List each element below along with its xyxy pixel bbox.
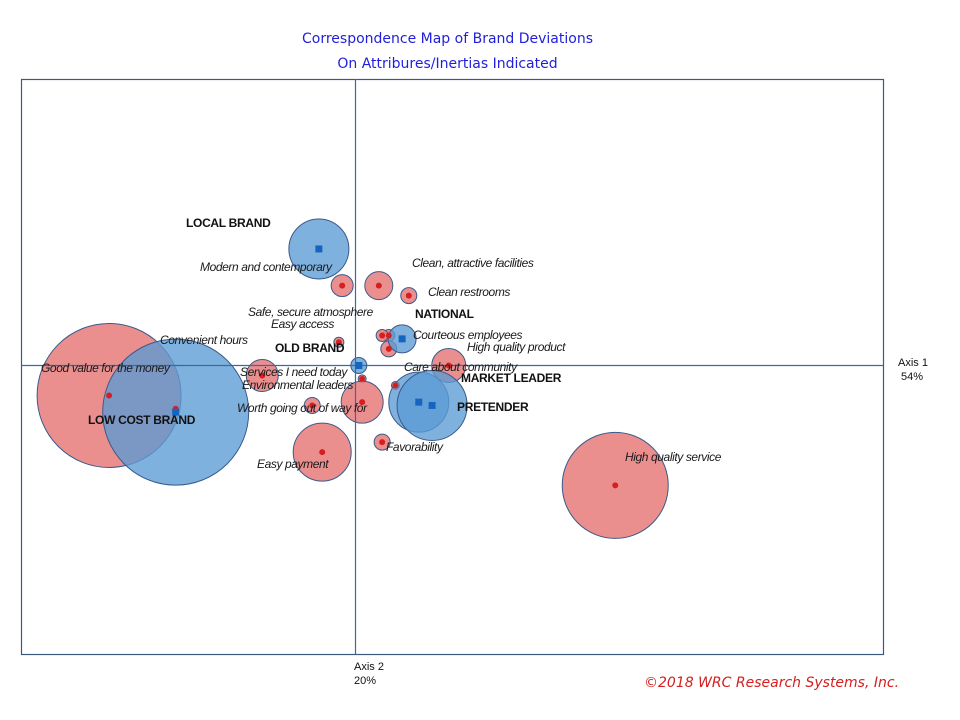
attribute-point-good-value-for-the-money (106, 392, 113, 399)
axis-1-name: Axis 1 (898, 357, 928, 369)
attribute-point-favorability (379, 439, 386, 446)
attribute-point-clean-attractive-facilities (375, 282, 382, 289)
attribute-point-easy-access (385, 345, 392, 352)
brand-label-low-cost-brand: LOW COST BRAND (88, 413, 196, 427)
axis-2-inertia: 20% (354, 675, 377, 687)
attribute-point-high-quality-service (612, 482, 619, 489)
axis-2-label: Axis 2 20% (354, 660, 384, 688)
axis-1-inertia: 54% (900, 371, 923, 383)
attribute-point-clean-restrooms (405, 292, 412, 299)
correspondence-map: Good value for the money Convenient hours… (20, 78, 885, 656)
copyright-notice: ©2018 WRC Research Systems, Inc. (644, 675, 900, 691)
attribute-point-courteous-employees (379, 332, 386, 339)
attribute-point-modern-and-contemporary (339, 282, 346, 289)
brand-point-pretender (428, 401, 436, 409)
attribute-label-high-quality-service: High quality service (625, 450, 722, 464)
attribute-label-easy-access: Easy access (271, 317, 334, 331)
brand-point-old-brand (355, 362, 363, 369)
axis-2-name: Axis 2 (354, 661, 384, 673)
attribute-point-environmental-leaders (359, 375, 366, 382)
brand-point-local-brand (315, 245, 323, 253)
attribute-point-care-about-community (392, 382, 399, 389)
attribute-label-convenient-hours: Convenient hours (160, 333, 248, 347)
attribute-label-clean-attractive-facilities: Clean, attractive facilities (412, 256, 534, 270)
brand-label-local-brand: LOCAL BRAND (186, 216, 271, 230)
attribute-label-modern-and-contemporary: Modern and contemporary (200, 260, 333, 274)
attribute-label-high-quality-product: High quality product (467, 340, 566, 354)
attribute-point-safe-secure-atmosphere (385, 332, 392, 339)
attribute-label-clean-restrooms: Clean restrooms (428, 285, 510, 299)
brand-label-old-brand: OLD BRAND (275, 341, 345, 355)
attribute-label-good-value-for-the-money: Good value for the money (41, 361, 171, 375)
attribute-label-favorability: Favorability (386, 440, 444, 454)
brand-point-national (398, 335, 406, 343)
brand-label-market-leader: MARKET LEADER (461, 371, 562, 385)
axis-1-label: Axis 1 54% (898, 356, 928, 384)
attribute-label-easy-payment: Easy payment (257, 457, 329, 471)
attribute-point-easy-payment (319, 449, 326, 456)
attribute-label-services-i-need-today: Services I need today (240, 365, 348, 379)
brand-label-national: NATIONAL (415, 307, 474, 321)
attribute-label-worth-going-out-of-way-for: Worth going out of way for (237, 401, 368, 415)
attribute-label-environmental-leaders: Environmental leaders (242, 378, 353, 392)
brand-point-market-leader (415, 398, 423, 406)
brand-label-pretender: PRETENDER (457, 400, 529, 414)
